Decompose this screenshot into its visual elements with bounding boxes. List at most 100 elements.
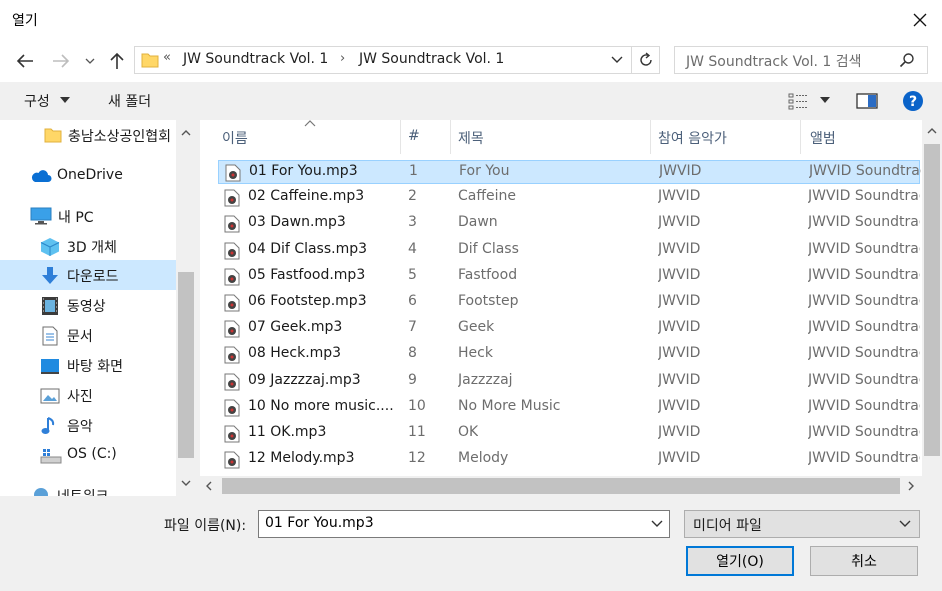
breadcrumb-overflow[interactable]: « — [163, 50, 171, 65]
nav-item-label: 음악 — [67, 419, 93, 435]
file-row[interactable]: 10 No more music.... 10 No More Music JWVID… — [218, 396, 920, 420]
refresh-icon[interactable] — [637, 51, 655, 69]
column-header-title[interactable]: 제목 — [458, 128, 484, 148]
title-cell: No More Music — [458, 397, 561, 414]
video-icon — [42, 297, 58, 315]
file-row[interactable]: 12 Melody.mp3 12 Melody JWVID JWVID Soundtra… — [218, 448, 920, 472]
audio-file-icon — [224, 320, 240, 338]
nav-item-this-pc[interactable]: 내 PC — [0, 201, 176, 231]
chevron-down-icon[interactable] — [651, 520, 663, 528]
nav-item-videos[interactable]: 동영상 — [0, 290, 176, 320]
nav-item-music[interactable]: 음악 — [0, 410, 176, 440]
nav-item-pictures[interactable]: 사진 — [0, 380, 176, 410]
search-input[interactable]: JW Soundtrack Vol. 1 검색 — [674, 46, 928, 74]
album-cell: JWVID Soundtrack — [808, 188, 920, 205]
address-bar[interactable]: « JW Soundtrack Vol. 1 › JW Soundtrack V… — [134, 46, 660, 74]
column-header-album[interactable]: 앨범 — [810, 128, 836, 148]
list-horizontal-scrollbar-thumb[interactable] — [222, 478, 900, 494]
scroll-up-icon[interactable] — [927, 128, 937, 134]
column-header-name[interactable]: 이름 — [222, 128, 248, 148]
back-button[interactable] — [12, 48, 38, 74]
scrollbar-corner — [922, 476, 942, 496]
album-cell: JWVID Soundtrack — [808, 240, 920, 257]
file-name-cell: 04 Dif Class.mp3 — [248, 240, 368, 257]
recent-locations-button[interactable] — [80, 48, 100, 74]
nav-item-desktop[interactable]: 바탕 화면 — [0, 350, 176, 380]
organize-button[interactable]: 구성 — [24, 91, 50, 111]
scroll-right-icon[interactable] — [908, 481, 914, 491]
file-row[interactable]: 05 Fastfood.mp3 5 Fastfood JWVID JWVID Sound… — [218, 265, 920, 289]
caret-down-icon[interactable] — [60, 97, 70, 103]
file-row[interactable]: 06 Footstep.mp3 6 Footstep JWVID JWVID Sound… — [218, 291, 920, 315]
file-type-value: 미디어 파일 — [693, 518, 762, 534]
album-cell: JWVID Soundtrack — [808, 371, 920, 388]
file-name-cell: 01 For You.mp3 — [249, 163, 358, 179]
file-type-select[interactable]: 미디어 파일 — [684, 510, 920, 538]
file-row[interactable]: 04 Dif Class.mp3 4 Dif Class JWVID JWVID Sou… — [218, 239, 920, 263]
drive-icon — [40, 449, 62, 464]
breadcrumb-separator[interactable]: › — [340, 51, 345, 66]
help-icon[interactable]: ? — [902, 90, 924, 112]
scroll-left-icon[interactable] — [206, 481, 212, 491]
file-row[interactable]: 09 Jazzzzaj.mp3 9 Jazzzzaj JWVID JWVID Sound… — [218, 370, 920, 394]
nav-item-documents[interactable]: 문서 — [0, 320, 176, 350]
file-name-cell: 06 Footstep.mp3 — [248, 293, 367, 309]
breadcrumb-item[interactable]: JW Soundtrack Vol. 1 — [359, 51, 504, 67]
preview-pane-icon[interactable] — [856, 92, 878, 110]
title-cell: Heck — [458, 345, 493, 362]
music-icon — [41, 417, 55, 434]
list-vertical-scrollbar-thumb[interactable] — [924, 144, 940, 456]
cube-icon — [40, 238, 60, 256]
artist-cell: JWVID — [659, 163, 702, 179]
audio-file-icon — [224, 425, 240, 443]
nav-item-network[interactable]: 네트워크 — [0, 480, 176, 496]
view-options-icon[interactable] — [788, 92, 810, 110]
column-header-number[interactable]: # — [408, 128, 420, 144]
nav-item-3d-objects[interactable]: 3D 개체 — [0, 231, 176, 261]
artist-cell: JWVID — [658, 188, 701, 205]
scroll-down-icon[interactable] — [181, 480, 191, 486]
column-divider[interactable] — [800, 120, 801, 154]
audio-file-icon — [224, 189, 240, 207]
artist-cell: JWVID — [658, 371, 701, 388]
column-divider[interactable] — [450, 120, 451, 154]
file-row[interactable]: 02 Caffeine.mp3 2 Caffeine JWVID JWVID Sound… — [218, 186, 920, 210]
artist-cell: JWVID — [658, 319, 701, 336]
file-name-cell: 05 Fastfood.mp3 — [248, 266, 366, 283]
document-icon — [42, 326, 58, 346]
track-number-cell: 8 — [408, 345, 417, 362]
sort-ascending-icon — [304, 120, 316, 127]
file-row[interactable]: 11 OK.mp3 11 OK JWVID JWVID Soundtrack — [218, 422, 920, 446]
column-divider[interactable] — [400, 120, 401, 154]
audio-file-icon — [224, 242, 240, 260]
column-header-artist[interactable]: 참여 음악가 — [658, 128, 727, 148]
file-name-cell: 02 Caffeine.mp3 — [248, 188, 365, 205]
nav-scrollbar-thumb[interactable] — [178, 272, 194, 458]
caret-down-icon[interactable] — [820, 97, 830, 103]
file-name-input[interactable]: 01 For You.mp3 — [258, 510, 670, 538]
nav-item-downloads[interactable]: 다운로드 — [0, 260, 176, 290]
nav-item-os-drive[interactable]: OS (C:) — [0, 440, 176, 470]
nav-item-onedrive[interactable]: OneDrive — [0, 161, 176, 191]
forward-button[interactable] — [48, 48, 74, 74]
picture-icon — [40, 388, 60, 404]
file-row[interactable]: 08 Heck.mp3 8 Heck JWVID JWVID Soundtrack — [218, 343, 920, 367]
file-row[interactable]: 01 For You.mp3 1 For You JWVID JWVID Soundtr… — [218, 160, 921, 184]
album-cell: JWVID Soundtrack — [808, 214, 920, 231]
file-row[interactable]: 03 Dawn.mp3 3 Dawn JWVID JWVID Soundtrack — [218, 212, 920, 236]
close-button[interactable] — [902, 4, 938, 36]
breadcrumb-item[interactable]: JW Soundtrack Vol. 1 — [183, 51, 328, 67]
file-name-label: 파일 이름(N): — [164, 518, 247, 534]
nav-item-sosang[interactable]: 충남소상공인협회 — [0, 120, 176, 150]
open-button[interactable]: 열기(O) — [686, 546, 794, 576]
scroll-up-icon[interactable] — [181, 130, 191, 136]
navigation-pane: 충남소상공인협회 OneDrive 내 PC 3D 개체 다운로드 동영상 문서… — [0, 120, 196, 496]
up-button[interactable] — [104, 48, 130, 74]
album-cell: JWVID Soundtrack — [808, 293, 920, 309]
chevron-down-icon[interactable] — [611, 53, 623, 67]
new-folder-button[interactable]: 새 폴더 — [108, 91, 151, 111]
cancel-button[interactable]: 취소 — [810, 546, 918, 576]
file-row[interactable]: 07 Geek.mp3 7 Geek JWVID JWVID Soundtrack — [218, 317, 920, 341]
column-divider[interactable] — [650, 120, 651, 154]
artist-cell: JWVID — [658, 397, 701, 414]
